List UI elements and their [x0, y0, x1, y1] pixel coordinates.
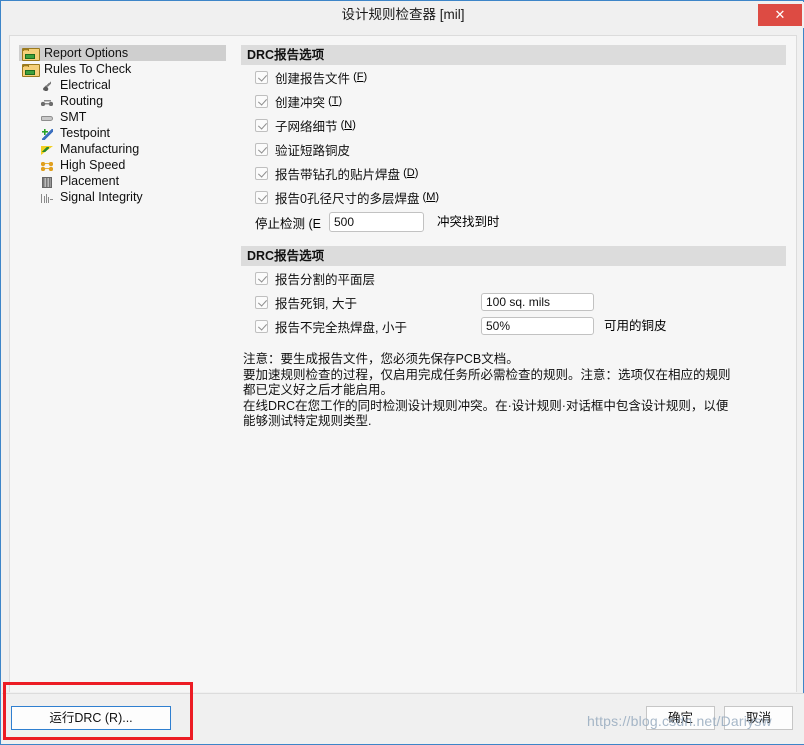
option-label: 报告不完全热焊盘, 小于	[275, 320, 407, 335]
sidebar-item-routing[interactable]: Routing	[19, 93, 226, 109]
drc-dialog-window: 设计规则检查器 [mil] ✕ Report Options Rules To …	[0, 0, 804, 745]
option-row-report-multilayer-pads-zero-hole[interactable]: 报告0孔径尺寸的多层焊盘 (M)	[241, 185, 786, 209]
window-title: 设计规则检查器 [mil]	[341, 7, 465, 22]
option-mnemonic: (M)	[419, 191, 440, 203]
option-label: 验证短路铜皮	[275, 143, 351, 158]
dialog-content: Report Options Rules To Check Electrical…	[9, 35, 797, 692]
manufacturing-icon	[40, 144, 56, 156]
high-speed-icon	[40, 160, 56, 172]
checkbox-report-incomplete-thermal-relief[interactable]	[255, 319, 268, 333]
sidebar-item-label: High Speed	[60, 158, 126, 172]
stop-detection-input[interactable]	[329, 212, 424, 232]
sidebar-item-label: Signal Integrity	[60, 190, 143, 204]
sidebar-item-electrical[interactable]: Electrical	[19, 77, 226, 93]
option-label: 报告分割的平面层	[275, 272, 376, 287]
option-label: 报告0孔径尺寸的多层焊盘	[275, 191, 420, 206]
testpoint-icon	[40, 128, 56, 140]
checkbox-report-split-plane-layers[interactable]	[255, 271, 268, 285]
option-row-report-drilled-smd-pads[interactable]: 报告带钻孔的贴片焊盘 (D)	[241, 161, 786, 185]
option-row-report-split-plane-layers[interactable]: 报告分割的平面层	[241, 266, 786, 290]
cancel-button[interactable]: 取消	[724, 706, 793, 730]
option-label: 子网络细节	[275, 119, 338, 134]
note-text: 注意：要生成报告文件，您必须先保存PCB文档。 要加速规则检查的过程，仅启用完成…	[243, 352, 731, 428]
option-label: 报告死铜, 大于	[275, 296, 357, 311]
title-bar: 设计规则检查器 [mil] ✕	[2, 2, 804, 28]
option-label: 创建冲突	[275, 95, 326, 110]
checkbox-report-multilayer-pads-zero-hole[interactable]	[255, 190, 268, 204]
thermal-relief-threshold-input[interactable]	[481, 317, 594, 335]
smt-icon	[40, 112, 56, 124]
checkbox-sub-net-details[interactable]	[255, 118, 268, 132]
option-row-report-dead-copper[interactable]: 报告死铜, 大于	[241, 290, 786, 314]
ok-button[interactable]: 确定	[646, 706, 715, 730]
thermal-relief-suffix: 可用的铜皮	[604, 319, 667, 333]
placement-icon	[40, 176, 56, 188]
signal-integrity-icon	[40, 192, 56, 204]
section-header-drc-report-options-2: DRC报告选项	[241, 246, 786, 266]
section-header-drc-report-options-1: DRC报告选项	[241, 45, 786, 65]
sidebar-item-report-options[interactable]: Report Options	[19, 45, 226, 61]
sidebar-item-smt[interactable]: SMT	[19, 109, 226, 125]
sidebar-item-label: SMT	[60, 110, 87, 124]
option-label: 报告带钻孔的贴片焊盘	[275, 167, 401, 182]
option-row-report-incomplete-thermal-relief[interactable]: 报告不完全热焊盘, 小于 可用的铜皮	[241, 314, 786, 338]
folder-icon	[22, 63, 40, 77]
sidebar-item-testpoint[interactable]: Testpoint	[19, 125, 226, 141]
stop-detection-label: 停止检测 (E	[255, 216, 321, 231]
checkbox-create-violations[interactable]	[255, 94, 268, 108]
option-mnemonic: (N)	[337, 119, 356, 131]
run-drc-button[interactable]: 运行DRC (R)...	[11, 706, 171, 730]
option-row-create-report-file[interactable]: 创建报告文件 (F)	[241, 65, 786, 89]
sidebar-item-label: Manufacturing	[60, 142, 140, 156]
option-mnemonic: (F)	[350, 71, 368, 83]
dead-copper-threshold-input[interactable]	[481, 293, 594, 311]
checkbox-verify-shorting-copper[interactable]	[255, 142, 268, 156]
close-icon[interactable]: ✕	[758, 4, 802, 26]
option-mnemonic: (T)	[325, 95, 343, 107]
sidebar-item-label: Routing	[60, 94, 104, 108]
sidebar-item-placement[interactable]: Placement	[19, 173, 226, 189]
options-panel: DRC报告选项 创建报告文件 (F) 创建冲突 (T) 子网络细节 (N) 验证…	[241, 45, 786, 685]
dialog-footer: 运行DRC (R)... 确定 取消	[2, 693, 804, 744]
option-row-create-violations[interactable]: 创建冲突 (T)	[241, 89, 786, 113]
sidebar-item-label: Testpoint	[60, 126, 111, 140]
sidebar-item-label: Electrical	[60, 78, 111, 92]
sidebar-item-manufacturing[interactable]: Manufacturing	[19, 141, 226, 157]
sidebar-item-rules-to-check[interactable]: Rules To Check	[19, 61, 226, 77]
electrical-icon	[40, 80, 56, 92]
rules-tree-sidebar[interactable]: Report Options Rules To Check Electrical…	[19, 45, 226, 685]
checkbox-report-drilled-smd-pads[interactable]	[255, 166, 268, 180]
sidebar-item-high-speed[interactable]: High Speed	[19, 157, 226, 173]
sidebar-item-label: Rules To Check	[44, 62, 132, 76]
checkbox-create-report-file[interactable]	[255, 70, 268, 84]
routing-icon	[40, 96, 56, 108]
sidebar-item-label: Placement	[60, 174, 120, 188]
option-row-sub-net-details[interactable]: 子网络细节 (N)	[241, 113, 786, 137]
stop-detection-suffix: 冲突找到时	[437, 215, 500, 229]
sidebar-item-label: Report Options	[44, 46, 129, 60]
option-label: 创建报告文件	[275, 71, 351, 86]
stop-detection-row: 停止检测 (E 冲突找到时	[241, 209, 786, 235]
folder-icon	[22, 47, 40, 61]
checkbox-report-dead-copper[interactable]	[255, 295, 268, 309]
option-mnemonic: (D)	[400, 167, 419, 179]
sidebar-item-signal-integrity[interactable]: Signal Integrity	[19, 189, 226, 205]
option-row-verify-shorting-copper[interactable]: 验证短路铜皮	[241, 137, 786, 161]
